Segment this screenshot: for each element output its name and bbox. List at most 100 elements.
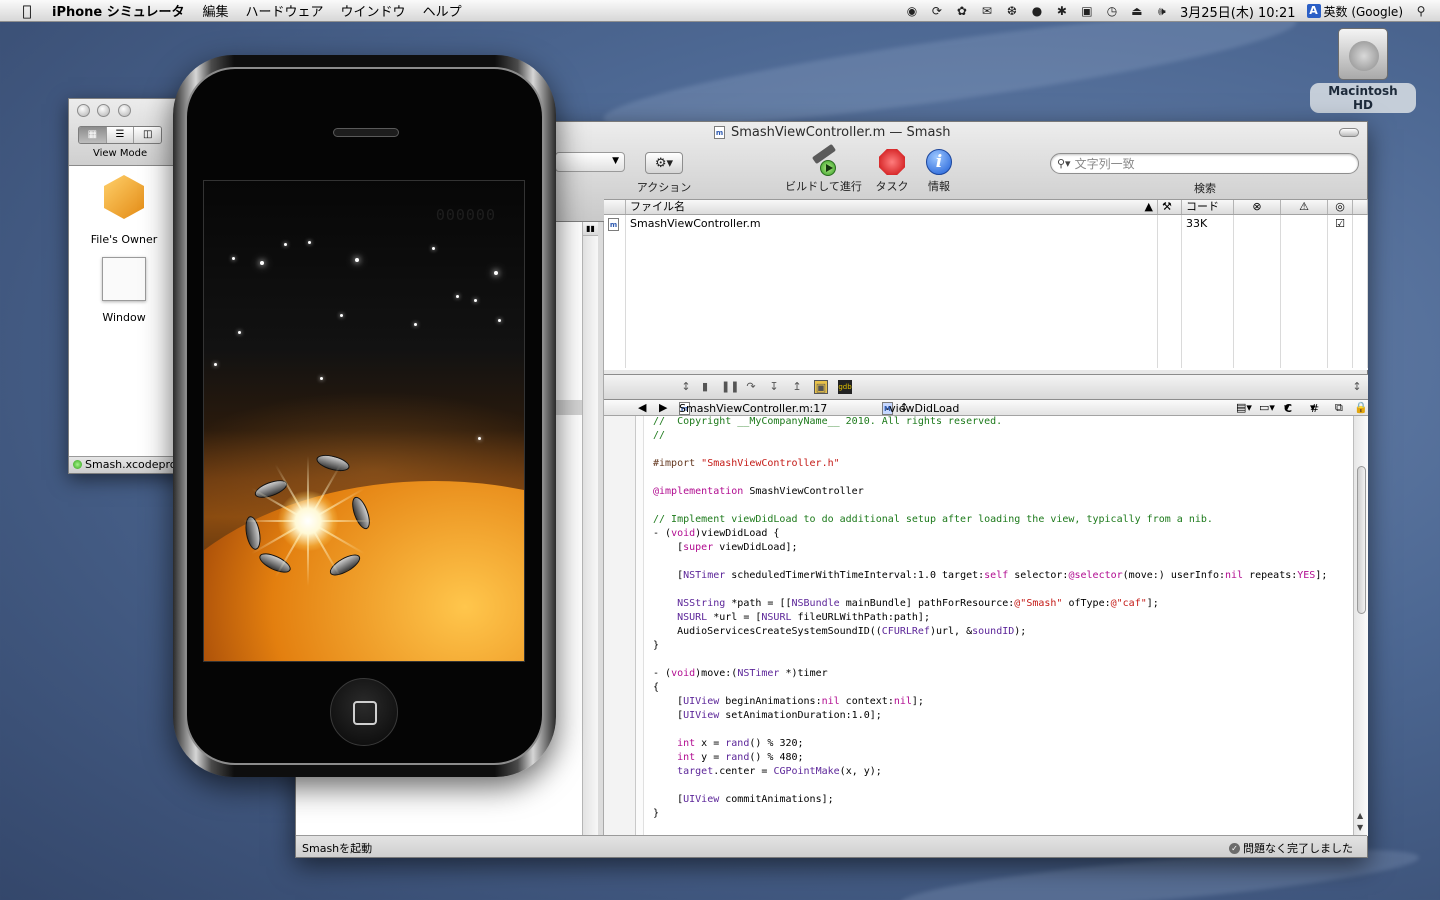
- pane-header-button[interactable]: ▮▮: [582, 222, 598, 236]
- star: [494, 271, 498, 275]
- gear-icon: ⚙▾: [645, 152, 683, 174]
- tasks-button[interactable]: タスク: [871, 146, 913, 194]
- bluetooth-icon[interactable]: ✱: [1055, 4, 1069, 18]
- step-out-icon[interactable]: ↥: [790, 380, 804, 394]
- window-icon: [102, 257, 146, 301]
- script-icon[interactable]: ▣: [1080, 4, 1094, 18]
- status-left-text: Smashを起動: [302, 842, 373, 855]
- project-connected-icon: [73, 460, 82, 469]
- files-owner-item[interactable]: File's Owner: [69, 175, 179, 246]
- action-button[interactable]: ⚙▾ アクション: [633, 151, 695, 195]
- debris-shard: [348, 494, 374, 532]
- window-item[interactable]: Window: [69, 257, 179, 324]
- volume-icon[interactable]: 🕪: [1155, 4, 1169, 18]
- icon-view-mode-icon[interactable]: ▦: [79, 127, 107, 143]
- code-folding-ribbon[interactable]: [636, 416, 644, 836]
- groups-scrollbar[interactable]: [582, 236, 598, 836]
- m-file-icon: m: [608, 218, 619, 231]
- detail-table[interactable]: ファイル名 ▲ ⚒ コード ⊗ ⚠ ◎ m SmashViewController…: [604, 199, 1368, 370]
- bookmarks-popup-icon[interactable]: ▤▾: [1236, 401, 1252, 414]
- breakpoints-popup-icon[interactable]: ▭▾: [1259, 401, 1275, 414]
- spotlight-icon[interactable]: ⚲: [1414, 4, 1428, 18]
- gdb-console-icon[interactable]: gdb: [838, 380, 852, 394]
- column-target[interactable]: ◎: [1328, 200, 1353, 214]
- back-arrow-icon[interactable]: ◀: [638, 401, 646, 414]
- scroll-up-arrow-icon[interactable]: ▲: [1357, 811, 1363, 820]
- column-warnings[interactable]: ⚠: [1281, 200, 1328, 214]
- menu-hardware[interactable]: ハードウェア: [246, 1, 324, 20]
- source-code[interactable]: // Copyright __MyCompanyName__ 2010. All…: [653, 416, 1327, 821]
- menu-window[interactable]: ウインドウ: [341, 1, 406, 20]
- step-over-icon[interactable]: ↷: [744, 380, 758, 394]
- line-gutter[interactable]: [604, 416, 636, 836]
- table-row-empty: [604, 249, 1368, 266]
- sync-icon[interactable]: ⟳: [930, 4, 944, 18]
- mail-icon[interactable]: ✉: [980, 4, 994, 18]
- function-popup[interactable]: M -viewDidLoad ↕: [882, 401, 959, 415]
- eject-icon[interactable]: ⏏: [1130, 4, 1144, 18]
- list-view-mode-icon[interactable]: ☰: [106, 127, 135, 143]
- input-method-menu[interactable]: A 英数 (Google): [1306, 3, 1404, 20]
- skype-icon[interactable]: ●: [1030, 4, 1044, 18]
- column-errors[interactable]: ⊗: [1234, 200, 1281, 214]
- scroll-thumb[interactable]: [1357, 466, 1366, 614]
- view-mode-segmented-control[interactable]: ▦ ☰ ◫: [78, 126, 162, 144]
- toolbar-toggle-button[interactable]: [1339, 128, 1359, 137]
- step-into-icon[interactable]: ↧: [767, 380, 781, 394]
- macintosh-hd-icon[interactable]: Macintosh HD: [1310, 28, 1416, 113]
- code-editor[interactable]: // Copyright __MyCompanyName__ 2010. All…: [604, 416, 1368, 836]
- minimize-button[interactable]: [97, 104, 110, 117]
- pause-icon[interactable]: ❚❚: [721, 380, 739, 394]
- column-file-name[interactable]: ファイル名 ▲: [626, 200, 1158, 214]
- app-menu[interactable]: iPhone シミュレータ: [52, 1, 185, 20]
- column-spacer: [1353, 200, 1368, 214]
- build-and-run-label: ビルドして進行: [785, 180, 862, 193]
- table-row-empty: [604, 334, 1368, 351]
- record-icon[interactable]: ◉: [905, 4, 919, 18]
- ib-status-bar: Smash.xcodeproj: [69, 456, 189, 473]
- file-history-popup[interactable]: m SmashViewController.m:17 ↕: [679, 401, 827, 415]
- column-view-mode-icon[interactable]: ◫: [134, 127, 161, 143]
- close-button[interactable]: [77, 104, 90, 117]
- error-icon: ⊗: [1252, 200, 1262, 213]
- popup-arrows-icon[interactable]: ↕: [1350, 380, 1364, 394]
- column-code[interactable]: コード: [1182, 200, 1234, 214]
- column-build[interactable]: ⚒: [1158, 200, 1182, 214]
- build-status[interactable]: ✓ 問題なく完了しました: [1229, 840, 1353, 856]
- forward-arrow-icon[interactable]: ▶: [659, 401, 667, 414]
- include-popup[interactable]: # ▾: [1310, 401, 1319, 415]
- target-checkbox[interactable]: ☑: [1335, 217, 1345, 230]
- overview-popup[interactable]: ▼: [555, 152, 625, 172]
- counterpart-icon[interactable]: ⧉: [1335, 401, 1343, 415]
- tasks-label: タスク: [875, 180, 909, 193]
- debugger-icon[interactable]: ▣: [814, 380, 828, 394]
- scroll-down-arrow-icon[interactable]: ▼: [1357, 823, 1363, 832]
- column-icon[interactable]: [604, 200, 626, 214]
- target-icon: ◎: [1335, 200, 1345, 213]
- files-owner-label: File's Owner: [90, 233, 158, 246]
- smash-target-explosion[interactable]: [228, 446, 388, 606]
- star: [432, 247, 435, 250]
- build-and-run-button[interactable]: ビルドして進行: [781, 143, 866, 194]
- info-button[interactable]: i 情報: [919, 146, 959, 194]
- paw-icon[interactable]: ✿: [955, 4, 969, 18]
- input-method-label: 英数 (Google): [1323, 4, 1404, 19]
- home-button[interactable]: [330, 678, 398, 746]
- apple-menu-icon[interactable]: : [16, 2, 38, 20]
- table-row[interactable]: m SmashViewController.m 33K ☑: [604, 215, 1368, 232]
- time-machine-icon[interactable]: ◷: [1105, 4, 1119, 18]
- editor-scrollbar[interactable]: ▲ ▼: [1353, 416, 1368, 836]
- score-label: 000000: [435, 206, 496, 224]
- evernote-icon[interactable]: ❆: [1005, 4, 1019, 18]
- search-field[interactable]: ⚲▾ 文字列一致: [1050, 153, 1359, 174]
- class-popup[interactable]: C ▾: [1284, 401, 1292, 415]
- lock-icon[interactable]: 🔒: [1354, 401, 1368, 414]
- popup-arrows-icon[interactable]: ↕: [679, 380, 693, 394]
- simulator-screen[interactable]: 000000: [203, 180, 525, 662]
- menu-help[interactable]: ヘルプ: [423, 1, 462, 20]
- menu-edit[interactable]: 編集: [203, 1, 229, 20]
- clock[interactable]: 3月25日(木) 10:21: [1180, 2, 1296, 21]
- zoom-button[interactable]: [118, 104, 131, 117]
- warning-icon: ⚠: [1299, 200, 1309, 213]
- breakpoint-icon[interactable]: ▮: [698, 380, 712, 394]
